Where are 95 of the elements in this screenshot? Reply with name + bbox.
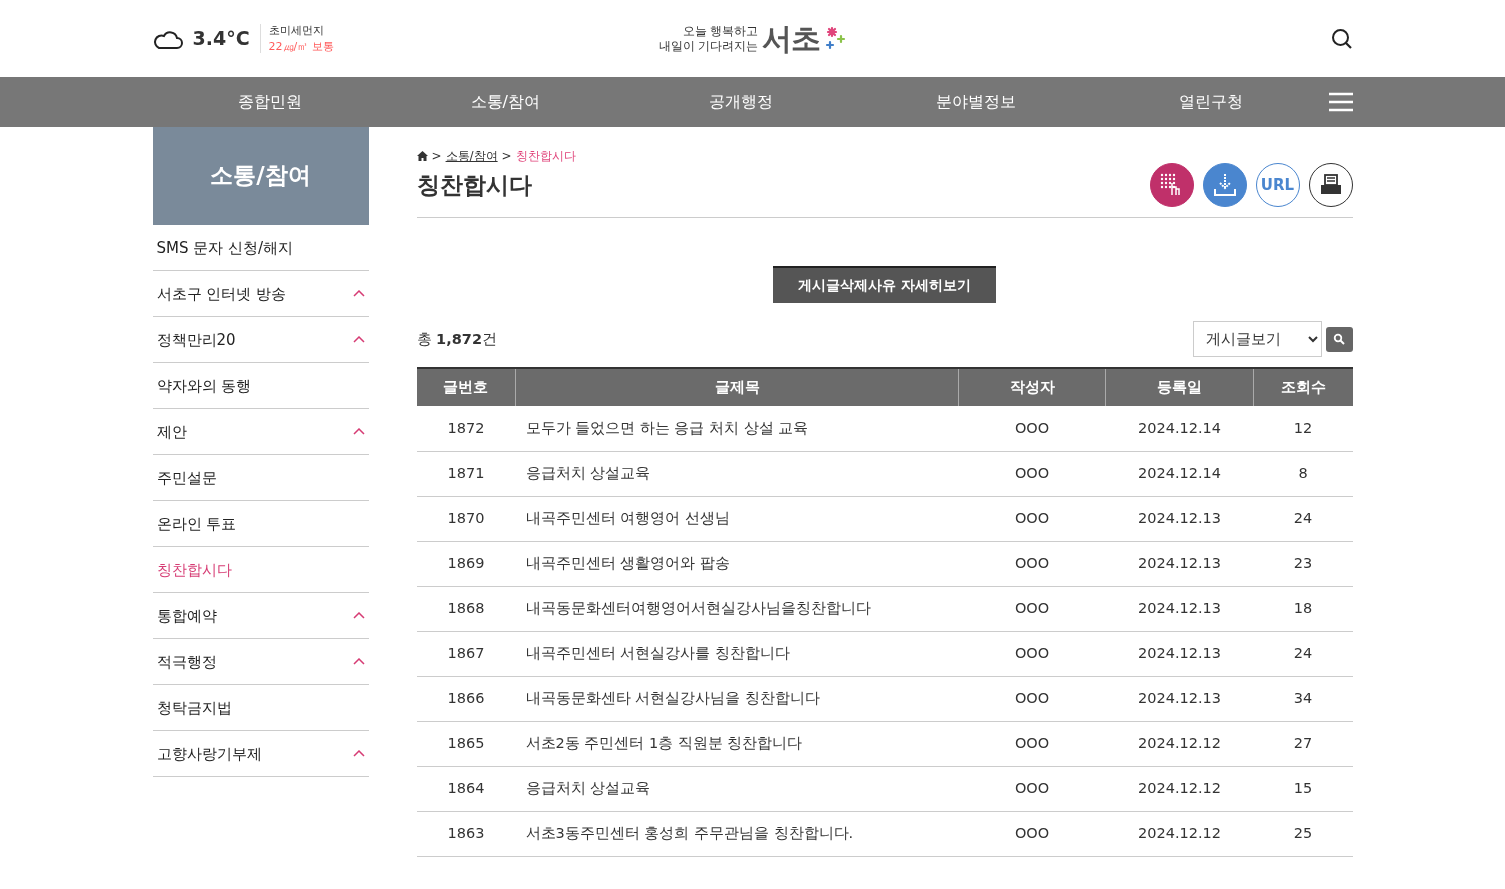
sidebar-item[interactable]: 청탁금지법 bbox=[152, 685, 369, 731]
breadcrumb-separator: > bbox=[501, 149, 512, 164]
table-cell: OOO bbox=[958, 676, 1106, 722]
table-cell: OOO bbox=[958, 406, 1106, 452]
sidebar-item[interactable]: 제안 bbox=[152, 409, 369, 455]
sidebar-title: 소통/참여 bbox=[152, 127, 369, 225]
stars-icon bbox=[824, 25, 847, 52]
logo-text[interactable]: 서초 bbox=[762, 20, 821, 57]
sidebar-item[interactable]: 약자와의 동행 bbox=[152, 363, 369, 409]
table-cell: 15 bbox=[1253, 766, 1353, 812]
column-header: 등록일 bbox=[1105, 368, 1254, 407]
logo-slogan: 내일이 기다려지는 bbox=[658, 38, 759, 53]
url-button[interactable]: URL bbox=[1255, 163, 1300, 208]
table-cell: 1872 bbox=[416, 406, 516, 452]
table-cell: 1864 bbox=[416, 766, 516, 812]
nav-menu-item[interactable]: 공개행정 bbox=[622, 92, 859, 112]
sidebar-item[interactable]: 온라인 투표 bbox=[152, 501, 369, 547]
sidebar-item[interactable]: 서초구 인터넷 방송 bbox=[152, 271, 369, 317]
post-title-link[interactable]: 내곡동문화센타 서현실강사님을 칭찬합니다 bbox=[515, 676, 959, 722]
table-cell: 2024.12.13 bbox=[1105, 496, 1254, 542]
table-cell: 1866 bbox=[416, 676, 516, 722]
table-cell: 2024.12.14 bbox=[1105, 451, 1254, 497]
table-cell: 18 bbox=[1253, 586, 1353, 632]
sidebar-item[interactable]: 통합예약 bbox=[152, 593, 369, 639]
table-cell: OOO bbox=[958, 811, 1106, 857]
search-button[interactable] bbox=[1325, 326, 1353, 352]
sidebar-item[interactable]: 칭찬합시다 bbox=[152, 547, 369, 593]
table-cell: 12 bbox=[1253, 406, 1353, 452]
column-header: 작성자 bbox=[958, 368, 1106, 407]
table-cell: 8 bbox=[1253, 451, 1353, 497]
table-cell: OOO bbox=[958, 451, 1106, 497]
column-header: 글제목 bbox=[515, 368, 959, 407]
logo-slogan: 오늘 행복하고 bbox=[682, 24, 759, 39]
nav-menu-item[interactable]: 열린구청 bbox=[1093, 92, 1329, 112]
table-cell: 2024.12.12 bbox=[1105, 721, 1254, 767]
breadcrumb-current: 칭찬합시다 bbox=[515, 149, 576, 164]
table-cell: 2024.12.13 bbox=[1105, 676, 1254, 722]
table-cell: 1865 bbox=[416, 721, 516, 767]
table-cell: OOO bbox=[958, 541, 1106, 587]
table-cell: 2024.12.13 bbox=[1105, 541, 1254, 587]
page-title: 칭찬합시다 bbox=[416, 171, 532, 200]
post-title-link[interactable]: 응급처치 상설교육 bbox=[515, 451, 959, 497]
column-header: 글번호 bbox=[416, 368, 516, 407]
table-cell: OOO bbox=[958, 766, 1106, 812]
post-title-link[interactable]: 모두가 들었으면 하는 응급 처치 상설 교육 bbox=[515, 406, 959, 452]
sidebar-item[interactable]: 고향사랑기부제 bbox=[152, 731, 369, 777]
table-cell: 1867 bbox=[416, 631, 516, 677]
sidebar-item[interactable]: 적극행정 bbox=[152, 639, 369, 685]
table-cell: 34 bbox=[1253, 676, 1353, 722]
table-cell: 23 bbox=[1253, 541, 1353, 587]
deletion-reason-button[interactable]: 게시글삭제사유 자세히보기 bbox=[773, 266, 996, 304]
table-cell: 2024.12.12 bbox=[1105, 766, 1254, 812]
sidebar-item[interactable]: 주민설문 bbox=[152, 455, 369, 501]
temperature: 3.4°C bbox=[192, 27, 250, 50]
dust-value: 22㎍/㎥ 보통 bbox=[268, 39, 334, 53]
nav-menu-item[interactable]: 소통/참여 bbox=[387, 92, 623, 112]
post-title-link[interactable]: 응급처치 상설교육 bbox=[515, 766, 959, 812]
search-icon bbox=[1333, 333, 1345, 346]
table-cell: 24 bbox=[1253, 496, 1353, 542]
table-cell: 2024.12.13 bbox=[1105, 631, 1254, 677]
post-title-link[interactable]: 서초2동 주민센터 1층 직원분 칭찬합니다 bbox=[515, 721, 959, 767]
download-icon bbox=[1211, 172, 1238, 199]
sidebar-item[interactable]: 정책만리20 bbox=[152, 317, 369, 363]
breadcrumb-separator: > bbox=[431, 149, 442, 164]
table-cell: 25 bbox=[1253, 811, 1353, 857]
column-header: 조회수 bbox=[1253, 368, 1353, 407]
table-cell: 1871 bbox=[416, 451, 516, 497]
post-title-link[interactable]: 내곡주민센터 여행영어 선생님 bbox=[515, 496, 959, 542]
table-cell: 27 bbox=[1253, 721, 1353, 767]
table-cell: OOO bbox=[958, 721, 1106, 767]
table-cell: 1869 bbox=[416, 541, 516, 587]
total-count: 총 1,872건 bbox=[416, 330, 497, 349]
home-icon[interactable] bbox=[416, 151, 428, 162]
breadcrumb-link[interactable]: 소통/참여 bbox=[445, 149, 498, 164]
nav-menu-item[interactable]: 종합민원 bbox=[152, 92, 388, 112]
post-title-link[interactable]: 내곡주민센터 생활영어와 팝송 bbox=[515, 541, 959, 587]
table-cell: 2024.12.12 bbox=[1105, 811, 1254, 857]
table-cell: 1863 bbox=[416, 811, 516, 857]
menu-icon[interactable] bbox=[1328, 92, 1353, 112]
table-cell: 2024.12.13 bbox=[1105, 586, 1254, 632]
table-cell: OOO bbox=[958, 631, 1106, 677]
post-title-link[interactable]: 서초3동주민센터 홍성희 주무관님을 칭찬합니다. bbox=[515, 811, 959, 857]
table-cell: OOO bbox=[958, 496, 1106, 542]
search-icon[interactable] bbox=[1330, 27, 1353, 50]
table-cell: 1870 bbox=[416, 496, 516, 542]
table-cell: 2024.12.14 bbox=[1105, 406, 1254, 452]
post-title-link[interactable]: 내곡주민센터 서현실강사를 칭찬합니다 bbox=[515, 631, 959, 677]
table-cell: 24 bbox=[1253, 631, 1353, 677]
sidebar-item[interactable]: SMS 문자 신청/해지 bbox=[152, 225, 369, 271]
dust-label: 초미세먼지 bbox=[268, 24, 325, 38]
table-cell: OOO bbox=[958, 586, 1106, 632]
filter-select[interactable]: 게시글보기 bbox=[1192, 321, 1322, 358]
post-title-link[interactable]: 내곡동문화센터여행영어서현실강사님을칭찬합니다 bbox=[515, 586, 959, 632]
nav-menu-item[interactable]: 분야별정보 bbox=[858, 92, 1094, 112]
table-cell: 1868 bbox=[416, 586, 516, 632]
